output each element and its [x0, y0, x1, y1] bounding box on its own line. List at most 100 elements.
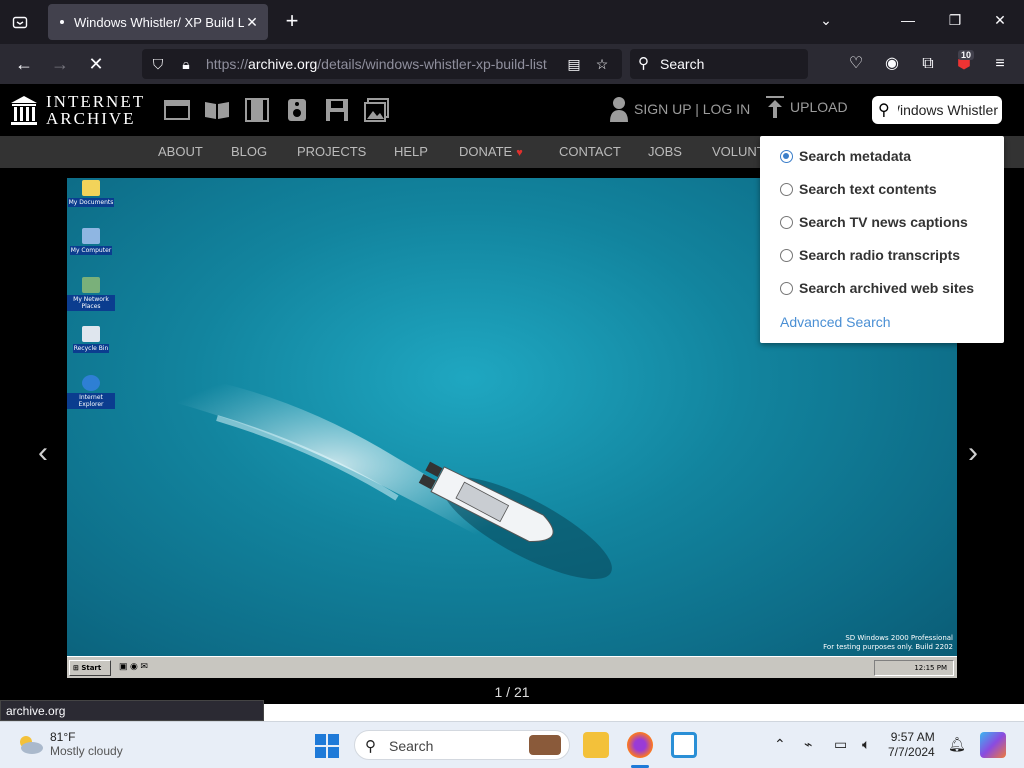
file-explorer-icon[interactable] [583, 732, 609, 758]
radio-icon[interactable] [780, 281, 793, 295]
ia-logo-icon[interactable] [10, 94, 38, 126]
display-icon[interactable]: ▭ [834, 736, 847, 753]
radio-icon[interactable] [780, 182, 793, 196]
option-search-web-sites[interactable]: Search archived web sites [780, 280, 974, 296]
quick-launch-icons[interactable]: ▣ ◉ ✉ [119, 661, 148, 672]
clock-time: 9:57 AM [890, 730, 935, 744]
extensions-icon[interactable]: ⧉ [916, 52, 940, 76]
radio-icon[interactable] [780, 248, 793, 262]
web-icon[interactable] [164, 98, 190, 122]
tabs-dropdown-icon[interactable]: ⌄ [816, 12, 836, 29]
firefox-icon[interactable] [627, 732, 653, 758]
nav-help[interactable]: HELP [394, 144, 428, 159]
browser-navbar: ← → ✕ ⛉ 🔒︎ https://archive.org/details/w… [0, 44, 1024, 84]
ia-logo-text[interactable]: INTERNET ARCHIVE [46, 93, 145, 127]
weather-condition: Mostly cloudy [50, 744, 123, 758]
reader-view-icon[interactable]: ▤ [564, 54, 584, 74]
taskbar-search[interactable]: ⚲ Search [354, 730, 570, 760]
nav-volunteer[interactable]: VOLUNT [712, 144, 765, 159]
tab-list-icon[interactable] [8, 10, 32, 34]
browser-tab[interactable]: Windows Whistler/ XP Build List ✕ [48, 4, 268, 40]
upload-link[interactable]: UPLOAD [766, 96, 848, 118]
url-bar[interactable]: ⛉ 🔒︎ https://archive.org/details/windows… [142, 49, 622, 79]
option-search-text-contents[interactable]: Search text contents [780, 181, 937, 197]
browser-search-placeholder: Search [660, 56, 705, 72]
radio-icon[interactable] [780, 215, 793, 229]
software-icon[interactable] [324, 98, 350, 122]
lock-icon[interactable]: 🔒︎ [176, 54, 196, 74]
desktop-icon-my-computer[interactable]: My Computer [67, 228, 115, 255]
browser-search-field[interactable]: ⚲ Search [630, 49, 808, 79]
radio-selected-icon[interactable] [780, 149, 793, 163]
taskbar-search-icon: ⚲ [365, 738, 376, 755]
tab-close-icon[interactable]: ✕ [244, 14, 260, 31]
option-search-tv-news[interactable]: Search TV news captions [780, 214, 968, 230]
search-icon: ⚲ [638, 55, 649, 72]
stop-loading-icon[interactable]: ✕ [84, 52, 108, 76]
option-search-metadata[interactable]: Search metadata [780, 148, 911, 164]
browser-status-bar: archive.org [0, 700, 264, 721]
nav-blog[interactable]: BLOG [231, 144, 267, 159]
heart-icon: ♥ [516, 147, 523, 159]
ia-search-icon[interactable]: ⚲ [878, 100, 890, 120]
video-icon[interactable] [244, 98, 270, 122]
w2k-clock: 12:15 PM [914, 664, 947, 672]
ia-search-value: Windows Whistler [898, 102, 998, 118]
virtualbox-icon[interactable] [671, 732, 697, 758]
option-label: Search metadata [799, 148, 912, 164]
slide-counter: 1 / 21 [494, 684, 530, 700]
signup-login-link[interactable]: SIGN UP | LOG IN [610, 96, 750, 122]
taskbar-search-placeholder: Search [389, 738, 434, 754]
nav-donate[interactable]: DONATE ♥ [459, 144, 523, 159]
notifications-icon[interactable]: 🔔︎ [948, 736, 966, 753]
signup-login-text: SIGN UP | LOG IN [634, 101, 751, 117]
w2k-taskbar: ⊞ Start ▣ ◉ ✉ 12:15 PM [67, 656, 957, 678]
computer-icon [82, 228, 100, 244]
url-text[interactable]: https://archive.org/details/windows-whis… [206, 56, 552, 72]
desktop-icon-my-network-places[interactable]: My Network Places [67, 277, 115, 311]
pocket-icon[interactable]: ♡ [844, 52, 868, 76]
bookmark-star-icon[interactable]: ☆ [592, 54, 612, 74]
nav-contact[interactable]: CONTACT [559, 144, 621, 159]
minimize-icon[interactable]: — [898, 12, 918, 28]
shield-icon[interactable]: ⛉ [148, 54, 168, 74]
images-icon[interactable] [364, 98, 390, 122]
volume-icon[interactable]: 🔈︎ [862, 736, 870, 753]
texts-icon[interactable] [204, 98, 230, 122]
windows-start-icon[interactable] [315, 734, 339, 758]
nav-projects[interactable]: PROJECTS [297, 144, 366, 159]
network-icon[interactable]: ⌁ [804, 736, 812, 753]
back-icon[interactable]: ← [12, 52, 36, 76]
show-hidden-icons-icon[interactable]: ⌃ [774, 736, 786, 753]
forward-icon[interactable]: → [48, 52, 72, 76]
option-search-radio[interactable]: Search radio transcripts [780, 247, 960, 263]
weather-widget[interactable]: 81°F Mostly cloudy [16, 730, 123, 758]
audio-icon[interactable] [284, 98, 310, 122]
next-arrow-icon[interactable]: › [968, 436, 978, 470]
new-tab-button[interactable]: + [280, 10, 304, 34]
taskbar-clock[interactable]: 9:57 AM 7/7/2024 [888, 730, 935, 760]
desktop-icon-internet-explorer[interactable]: Internet Explorer [67, 375, 115, 409]
desktop-icon-recycle-bin[interactable]: Recycle Bin [67, 326, 115, 353]
network-icon [82, 277, 100, 293]
option-label: Search archived web sites [799, 280, 975, 296]
desktop-icon-label: Recycle Bin [72, 344, 110, 353]
tab-title: Windows Whistler/ XP Build List [74, 14, 244, 30]
previous-arrow-icon[interactable]: ‹ [38, 436, 48, 470]
ia-search-input[interactable]: ⚲ Windows Whistler [872, 96, 1002, 124]
maximize-icon[interactable]: ❐ [945, 12, 965, 29]
menu-icon[interactable]: ≡ [988, 52, 1012, 76]
upload-text: UPLOAD [790, 99, 848, 115]
copilot-icon[interactable] [980, 732, 1006, 758]
desktop-icon-my-documents[interactable]: My Documents [67, 180, 115, 207]
close-window-icon[interactable]: ✕ [990, 12, 1010, 29]
advanced-search-link[interactable]: Advanced Search [780, 314, 891, 330]
watermark-line1: SD Windows 2000 Professional [845, 634, 953, 642]
option-label: Search text contents [799, 181, 937, 197]
extension-badge: 10 [958, 50, 975, 60]
ia-logo-line1: INTERNET [46, 92, 146, 111]
account-icon[interactable]: ◉ [880, 52, 904, 76]
w2k-start-button[interactable]: ⊞ Start [69, 660, 111, 676]
nav-jobs[interactable]: JOBS [648, 144, 682, 159]
nav-about[interactable]: ABOUT [158, 144, 203, 159]
